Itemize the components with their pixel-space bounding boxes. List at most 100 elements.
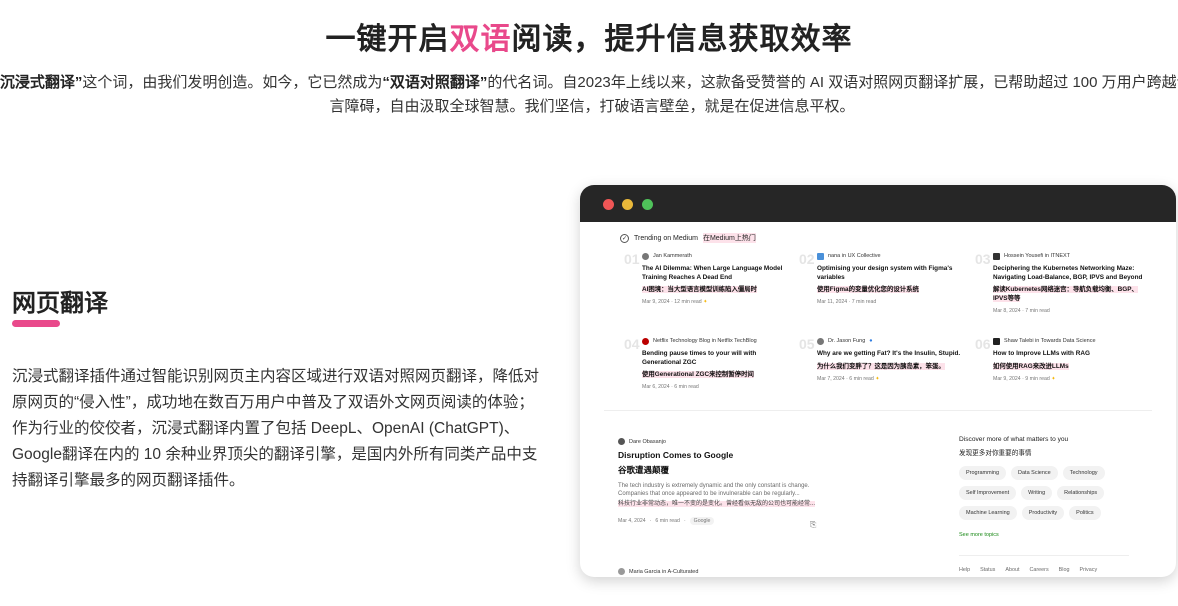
hero-title: 一键开启双语阅读，提升信息获取效率 [0,14,1178,58]
post-author: Hossein Yousefi in ITNEXT [993,251,1143,261]
browser-mockup: ✓ Trending on Medium 在Medium上热门 01 Jan K… [580,185,1176,577]
article-author-name: Dare Obasanjo [629,438,666,445]
post-author-name: Netflix Technology Blog in Netflix TechB… [653,338,757,344]
post-number: 06 [975,336,991,352]
post-translation: 解读Kubernetes网络迷宫：导航负载均衡、BGP、IPVS等等 [993,285,1143,303]
feature-title-underline [12,320,60,327]
article-date: Mar 4, 2024 [618,518,646,524]
post-author-name: Jan Kammerath [653,253,692,259]
post-author-name: Shaw Talebi in Towards Data Science [1004,338,1096,344]
post-translation-text: 为什么我们变胖了？这是因为胰岛素，笨蛋。 [817,362,945,370]
post-translation: 使用Generational ZGC来控制暂停时间 [642,370,792,379]
post-meta-text: Mar 9, 2024 · 9 min read [993,375,1050,382]
trending-post[interactable]: 02 nana in UX Collective Optimising your… [799,251,967,305]
footer-link[interactable]: Blog [1059,567,1070,573]
post-title[interactable]: Why are we getting Fat? It's the Insulin… [817,350,967,359]
footer-link[interactable]: Careers [1029,567,1048,573]
verified-icon: ● [869,338,873,344]
footer-link[interactable]: Help [959,567,970,573]
meta-separator: · [649,518,652,524]
discover-panel: Discover more of what matters to you 发现更… [959,436,1139,538]
post-translation-text: 使用Figma的变量优化您的设计系统 [817,286,919,293]
topic-chip[interactable]: Technology [1062,466,1105,480]
topic-chip[interactable]: Self Improvement [959,486,1017,500]
article-meta: Mar 4, 2024 · 6 min read · Google [618,517,823,525]
hero-title-highlight: 双语 [449,23,512,56]
topic-chip[interactable]: Machine Learning [959,506,1017,520]
footer-divider [959,555,1129,556]
post-author: Dr. Jason Fung ● [817,336,967,346]
post-number: 03 [975,251,991,267]
avatar [642,252,649,260]
post-meta: Mar 11, 2024 · 7 min read [817,299,967,305]
avatar [642,337,649,345]
footer-links: Help Status About Careers Blog Privacy [959,567,1097,573]
post-number: 04 [624,336,640,352]
post-translation-text: 使用Generational ZGC来控制暂停时间 [642,371,754,378]
article-excerpt: The tech industry is extremely dynamic a… [618,483,810,497]
hero-description: “沉浸式翻译”这个词，由我们发明创造。如今，它已然成为“双语对照翻译”的代名词。… [0,71,1178,119]
article-author: Dare Obasanjo [618,438,823,445]
post-title[interactable]: Optimising your design system with Figma… [817,265,967,282]
post-title[interactable]: Bending pause times to your will with Ge… [642,350,792,367]
post-author-name: Dr. Jason Fung [828,338,866,344]
post-author: Netflix Technology Blog in Netflix TechB… [642,336,792,346]
hero-desc-quote-1: “沉浸式翻译” [0,74,83,91]
feature-title: 网页翻译 [12,290,108,317]
avatar [817,337,824,345]
post-meta: Mar 7, 2024 · 6 min read ✦ [817,376,967,382]
footer-link[interactable]: About [1005,567,1019,573]
post-translation: AI困境：当大型语言模型训练陷入僵局时 [642,285,792,294]
article-excerpt-translation: 科技行业非常动态，唯一不变的是变化。曾经看似无敌的公司也可能经常... [618,500,823,509]
star-icon: ✦ [875,375,880,382]
topic-list: Programming Data Science Technology Self… [959,466,1124,520]
hero-desc-text-1: 这个词，由我们发明创造。如今，它已然成为 [82,74,383,91]
post-author-name: nana in UX Collective [828,253,881,259]
topic-chip[interactable]: Politics [1069,506,1101,520]
post-translation: 使用Figma的变量优化您的设计系统 [817,285,967,294]
avatar [993,252,1000,260]
browser-titlebar [580,185,1176,222]
post-title[interactable]: How to Improve LLMs with RAG [993,350,1143,359]
post-title[interactable]: The AI Dilemma: When Large Language Mode… [642,265,792,282]
see-more-topics-link[interactable]: See more topics [959,532,1139,538]
minimize-dot-icon [622,199,633,210]
trending-post[interactable]: 06 Shaw Talebi in Towards Data Science H… [975,336,1143,382]
feed-article[interactable]: Dare Obasanjo Disruption Comes to Google… [618,438,823,525]
avatar [618,568,625,575]
discover-translation: 发现更多对你重要的事情 [959,450,1032,457]
post-meta: Mar 8, 2024 · 7 min read [993,308,1143,314]
post-meta-text: Mar 9, 2024 · 12 min read [642,299,702,305]
post-meta: Mar 6, 2024 · 6 min read [642,384,792,390]
trending-post[interactable]: 05 Dr. Jason Fung ● Why are we getting Fa… [799,336,967,382]
post-meta-text: Mar 7, 2024 · 6 min read [817,375,874,382]
avatar [618,438,625,445]
close-dot-icon [603,199,614,210]
star-icon: ✦ [1051,375,1056,382]
article-title[interactable]: Disruption Comes to Google [618,450,823,460]
trending-post[interactable]: 01 Jan Kammerath The AI Dilemma: When La… [624,251,792,305]
post-author-name: Hossein Yousefi in ITNEXT [1004,253,1071,259]
footer-link[interactable]: Status [980,567,995,573]
trending-post[interactable]: 04 Netflix Technology Blog in Netflix Te… [624,336,792,390]
post-translation-text: AI困境：当大型语言模型训练陷入僵局时 [642,286,758,293]
article-tag[interactable]: Google [689,517,715,525]
topic-chip[interactable]: Relationships [1057,486,1105,500]
article-title-translation: 谷歌遭遇颠覆 [618,465,670,475]
bookmark-icon[interactable]: ⎘ [810,520,816,530]
topic-chip[interactable]: Programming [959,466,1007,480]
next-author-name: Maria Garcia in A-Culturated [629,568,699,575]
post-title[interactable]: Deciphering the Kubernetes Networking Ma… [993,265,1143,282]
trending-post[interactable]: 03 Hossein Yousefi in ITNEXT Deciphering… [975,251,1143,314]
topic-chip[interactable]: Data Science [1011,466,1058,480]
post-translation-text: 解读Kubernetes网络迷宫：导航负载均衡、BGP、IPVS等等 [993,286,1138,302]
post-author: nana in UX Collective [817,251,967,261]
topic-chip[interactable]: Productivity [1021,506,1065,520]
topic-chip[interactable]: Writing [1021,486,1053,500]
footer-link[interactable]: Privacy [1079,567,1097,573]
discover-title: Discover more of what matters to you [959,436,1069,443]
trending-label: Trending on Medium [634,234,698,242]
avatar [817,252,824,260]
maximize-dot-icon [642,199,653,210]
trending-header: ✓ Trending on Medium 在Medium上热门 [620,233,756,243]
